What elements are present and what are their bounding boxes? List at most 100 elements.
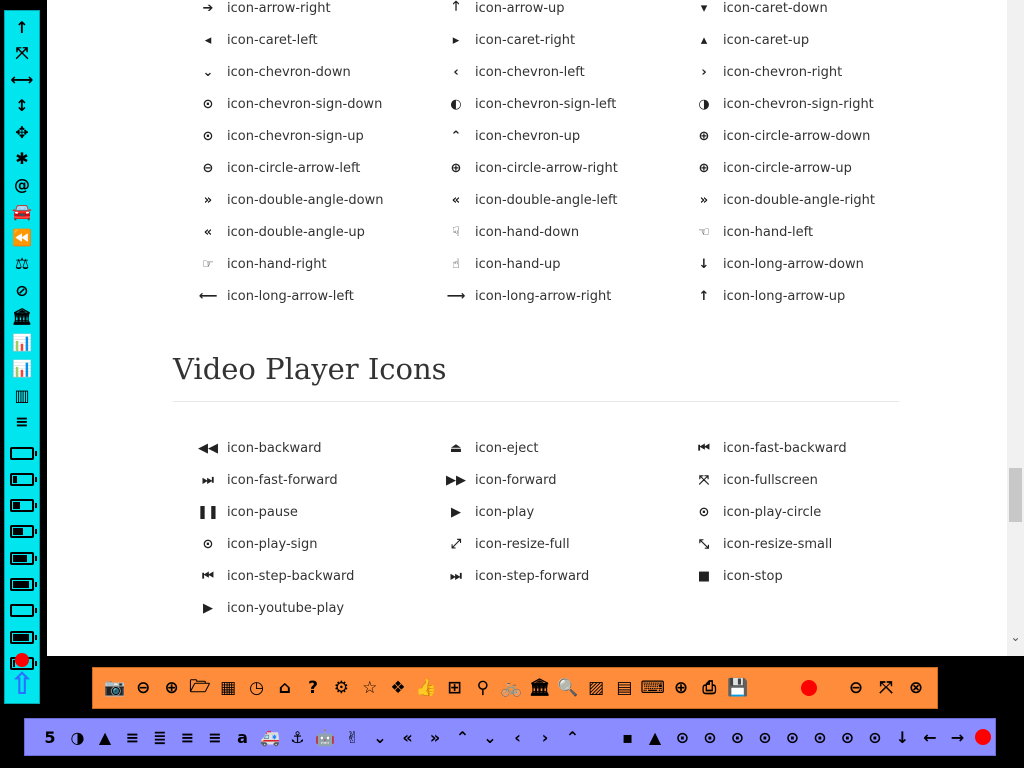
purple-toolbar-button[interactable]: ⊙ bbox=[781, 725, 805, 749]
orange-toolbar-button[interactable]: 🏛 bbox=[528, 676, 552, 700]
purple-toolbar-button[interactable]: ⊙ bbox=[863, 725, 887, 749]
left-toolbar-button[interactable]: ⟷ bbox=[5, 68, 39, 92]
purple-toolbar-button[interactable]: ⊙ bbox=[836, 725, 860, 749]
purple-toolbar-button[interactable]: 🚑 bbox=[258, 725, 282, 749]
orange-toolbar-button[interactable]: 💾 bbox=[726, 676, 750, 700]
icon-entry-label: icon-long-arrow-down bbox=[723, 256, 864, 272]
orange-toolbar-button[interactable]: ⊕ bbox=[669, 676, 693, 700]
left-toolbar-button[interactable]: ↑ bbox=[5, 15, 39, 39]
orange-toolbar-button[interactable]: 👍 bbox=[414, 676, 438, 700]
record-button[interactable] bbox=[971, 725, 995, 749]
orange-toolbar-button[interactable]: ⊞ bbox=[443, 676, 467, 700]
battery-icon[interactable] bbox=[5, 520, 39, 544]
purple-toolbar-button[interactable]: ⊙ bbox=[753, 725, 777, 749]
purple-toolbar-button[interactable]: ▪ bbox=[616, 725, 640, 749]
left-toolbar-button[interactable]: ≡ bbox=[5, 410, 39, 434]
purple-toolbar-button[interactable]: ⌃ bbox=[561, 725, 585, 749]
purple-toolbar-button[interactable]: ≡ bbox=[121, 725, 145, 749]
left-toolbar-button[interactable]: ⤧ bbox=[5, 41, 39, 65]
orange-toolbar-button[interactable]: ◷ bbox=[245, 676, 269, 700]
purple-toolbar-button[interactable]: ⌄ bbox=[368, 725, 392, 749]
battery-icon[interactable] bbox=[5, 573, 39, 597]
left-toolbar-button[interactable]: @ bbox=[5, 173, 39, 197]
left-toolbar-button[interactable]: ↕ bbox=[5, 94, 39, 118]
icon-entry-label: icon-chevron-sign-right bbox=[723, 96, 874, 112]
left-toolbar-button[interactable]: ✱ bbox=[5, 147, 39, 171]
purple-toolbar-button[interactable]: ⊙ bbox=[671, 725, 695, 749]
orange-toolbar-button[interactable]: ⚲ bbox=[471, 676, 495, 700]
purple-toolbar-button[interactable]: › bbox=[533, 725, 557, 749]
purple-toolbar-button[interactable]: ◑ bbox=[66, 725, 90, 749]
icon-entry: » icon-double-angle-right bbox=[695, 187, 875, 213]
double-angle-down-icon: » bbox=[203, 192, 213, 208]
purple-toolbar-button[interactable]: ⊙ bbox=[726, 725, 750, 749]
battery-icon[interactable] bbox=[5, 625, 39, 649]
battery-icon[interactable] bbox=[5, 546, 39, 570]
orange-toolbar-button[interactable]: ⊕ bbox=[160, 676, 184, 700]
icon-entry: ▾ icon-caret-down bbox=[695, 0, 828, 21]
purple-toolbar-button[interactable]: ⚓ bbox=[286, 725, 310, 749]
hand-right-icon: ☞ bbox=[202, 256, 214, 272]
purple-toolbar-button[interactable]: ‹ bbox=[506, 725, 530, 749]
purple-toolbar-button[interactable]: » bbox=[423, 725, 447, 749]
orange-toolbar-button[interactable]: ⌂ bbox=[273, 676, 297, 700]
left-toolbar-button[interactable]: ▥ bbox=[5, 383, 39, 407]
orange-toolbar-button[interactable]: 🚲 bbox=[499, 676, 523, 700]
left-toolbar-button[interactable]: 🚘 bbox=[5, 199, 39, 223]
battery-icon[interactable] bbox=[5, 599, 39, 623]
purple-toolbar-button[interactable]: ← bbox=[918, 725, 942, 749]
orange-toolbar-button[interactable]: ⚙ bbox=[329, 676, 353, 700]
purple-toolbar-button[interactable]: ▲ bbox=[93, 725, 117, 749]
window-control-button[interactable]: ⊖ bbox=[844, 676, 868, 700]
left-toolbar-button[interactable]: ⊘ bbox=[5, 278, 39, 302]
left-toolbar-button[interactable]: ⏪ bbox=[5, 225, 39, 249]
orange-toolbar-button[interactable]: ▦ bbox=[216, 676, 240, 700]
orange-toolbar-button[interactable]: 🔍 bbox=[556, 676, 580, 700]
orange-toolbar-button[interactable]: ? bbox=[301, 676, 325, 700]
battery-icon[interactable] bbox=[5, 467, 39, 491]
scroll-to-top-arrow-icon[interactable]: ⇧ bbox=[5, 667, 39, 702]
orange-toolbar-button[interactable]: 🗁 bbox=[188, 676, 212, 700]
purple-toolbar-button[interactable]: ↓ bbox=[891, 725, 915, 749]
purple-toolbar-button[interactable]: « bbox=[396, 725, 420, 749]
purple-toolbar-button[interactable]: 🤖 bbox=[313, 725, 337, 749]
left-toolbar-button[interactable]: 🏛 bbox=[5, 304, 39, 328]
purple-toolbar-button[interactable]: ⌃ bbox=[451, 725, 475, 749]
purple-toolbar-button[interactable]: ⊙ bbox=[698, 725, 722, 749]
orange-toolbar-button[interactable]: ⎙ bbox=[697, 676, 721, 700]
icon-entry: ⤢ icon-resize-full bbox=[447, 531, 570, 557]
orange-toolbar-button[interactable]: ⊖ bbox=[131, 676, 155, 700]
purple-toolbar-button[interactable]: ⌄ bbox=[478, 725, 502, 749]
orange-toolbar-button[interactable]: 📷 bbox=[103, 676, 127, 700]
purple-toolbar-button[interactable]: 5 bbox=[38, 725, 62, 749]
scrollbar-thumb[interactable] bbox=[1009, 468, 1022, 522]
window-control-button[interactable]: ⊗ bbox=[904, 676, 928, 700]
purple-toolbar-button[interactable]: ✌ bbox=[341, 725, 365, 749]
orange-toolbar-button[interactable]: ⌨ bbox=[640, 676, 665, 700]
orange-toolbar-button[interactable]: ▤ bbox=[612, 676, 636, 700]
purple-toolbar-button[interactable]: → bbox=[946, 725, 970, 749]
window-control-button[interactable]: ⤧ bbox=[874, 676, 898, 700]
caret-left-icon: ◂ bbox=[204, 32, 212, 48]
icon-entry-label: icon-circle-arrow-left bbox=[227, 160, 361, 176]
orange-toolbar-button[interactable]: ▨ bbox=[584, 676, 608, 700]
left-toolbar-button[interactable]: ✥ bbox=[5, 120, 39, 144]
purple-toolbar-button[interactable]: ≡ bbox=[176, 725, 200, 749]
purple-toolbar-button[interactable]: ▲ bbox=[643, 725, 667, 749]
left-toolbar-button[interactable]: 📊 bbox=[5, 357, 39, 381]
purple-toolbar-button[interactable]: a bbox=[231, 725, 255, 749]
purple-toolbar-button[interactable]: ≣ bbox=[148, 725, 172, 749]
scroll-down-arrow-icon[interactable]: ⌄ bbox=[1007, 630, 1024, 644]
purple-toolbar-button[interactable]: ⊙ bbox=[808, 725, 832, 749]
purple-toolbar-button[interactable]: ≡ bbox=[203, 725, 227, 749]
orange-toolbar-button[interactable]: ☆ bbox=[358, 676, 382, 700]
left-toolbar-button[interactable]: ⚖ bbox=[5, 252, 39, 276]
battery-icon[interactable] bbox=[5, 441, 39, 465]
page-scrollbar[interactable]: ⌄ bbox=[1007, 0, 1024, 656]
left-toolbar-button[interactable]: 📊 bbox=[5, 331, 39, 355]
caret-up-icon: ▴ bbox=[700, 32, 708, 48]
purple-toolbar-button[interactable] bbox=[588, 725, 612, 749]
orange-toolbar-button[interactable]: ❖ bbox=[386, 676, 410, 700]
battery-icon[interactable] bbox=[5, 494, 39, 518]
record-button[interactable] bbox=[797, 676, 821, 700]
